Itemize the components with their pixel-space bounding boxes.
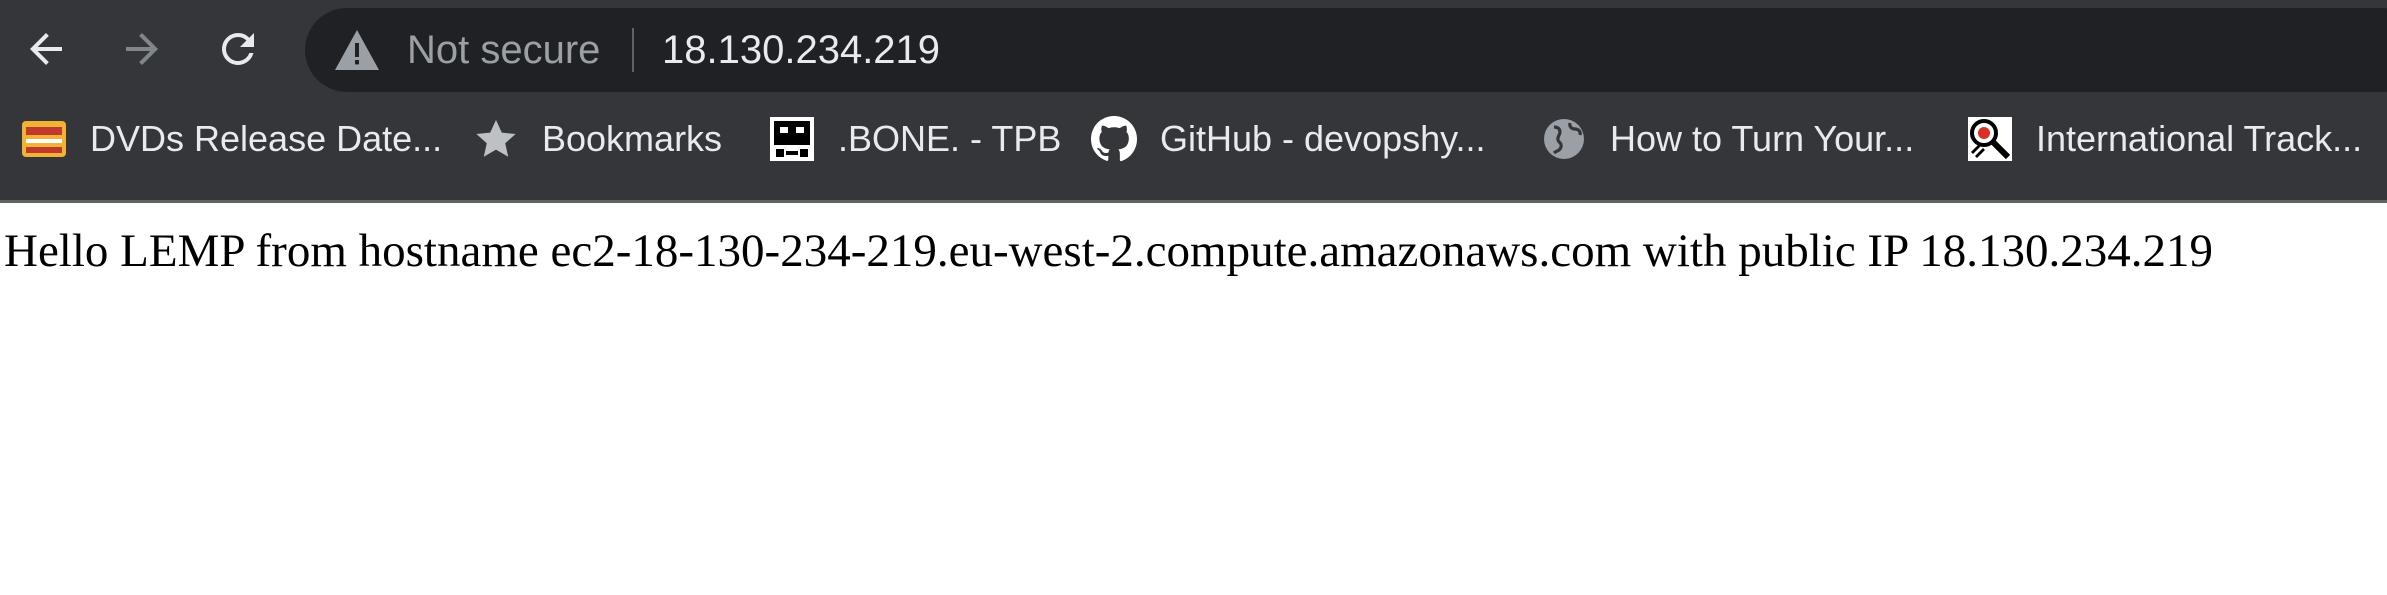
page-body-text: Hello LEMP from hostname ec2-18-130-234-… xyxy=(4,225,2213,277)
bookmark-international-tracking[interactable]: International Track... xyxy=(1966,115,2362,163)
reload-icon xyxy=(221,32,254,65)
omnibox-divider xyxy=(632,28,634,72)
bookmark-label: DVDs Release Date... xyxy=(90,118,443,159)
bookmark-label: GitHub - devopshy... xyxy=(1160,118,1486,159)
bookmark-github-devopshy[interactable]: GitHub - devopshy... xyxy=(1090,115,1485,163)
bookmark-label: Bookmarks xyxy=(542,118,723,159)
forward-button[interactable] xyxy=(110,17,174,81)
bookmark-how-to-turn-your[interactable]: How to Turn Your... xyxy=(1540,115,1914,163)
star-icon xyxy=(472,115,520,163)
security-status-text[interactable]: Not secure xyxy=(407,8,600,92)
back-button[interactable] xyxy=(14,17,78,81)
bookmark-dvds-release-date[interactable]: DVDs Release Date... xyxy=(20,115,442,163)
bookmark-label: How to Turn Your... xyxy=(1610,118,1915,159)
arrow-left-icon xyxy=(30,33,62,65)
arrow-right-icon xyxy=(126,33,158,65)
bookmark-label: International Track... xyxy=(2036,118,2363,159)
bookmark-label: .BONE. - TPB xyxy=(838,118,1062,159)
bookmark-bone-tpb[interactable]: .BONE. - TPB xyxy=(768,115,1061,163)
bookmarks-bar: DVDs Release Date... Bookmarks .BONE. - … xyxy=(0,93,2387,203)
browser-toolbar: Not secure 18.130.234.219 xyxy=(0,0,2387,93)
warning-triangle-icon[interactable] xyxy=(333,28,381,72)
reload-button[interactable] xyxy=(206,17,270,81)
github-icon xyxy=(1090,115,1138,163)
bookmark-folder-bookmarks[interactable]: Bookmarks xyxy=(472,115,722,163)
dvd-release-favicon xyxy=(20,115,68,163)
url-text[interactable]: 18.130.234.219 xyxy=(662,8,940,92)
address-bar[interactable]: Not secure 18.130.234.219 xyxy=(305,8,2387,92)
tracking-favicon xyxy=(1966,115,2014,163)
globe-icon xyxy=(1540,115,1588,163)
tpb-favicon xyxy=(768,115,816,163)
